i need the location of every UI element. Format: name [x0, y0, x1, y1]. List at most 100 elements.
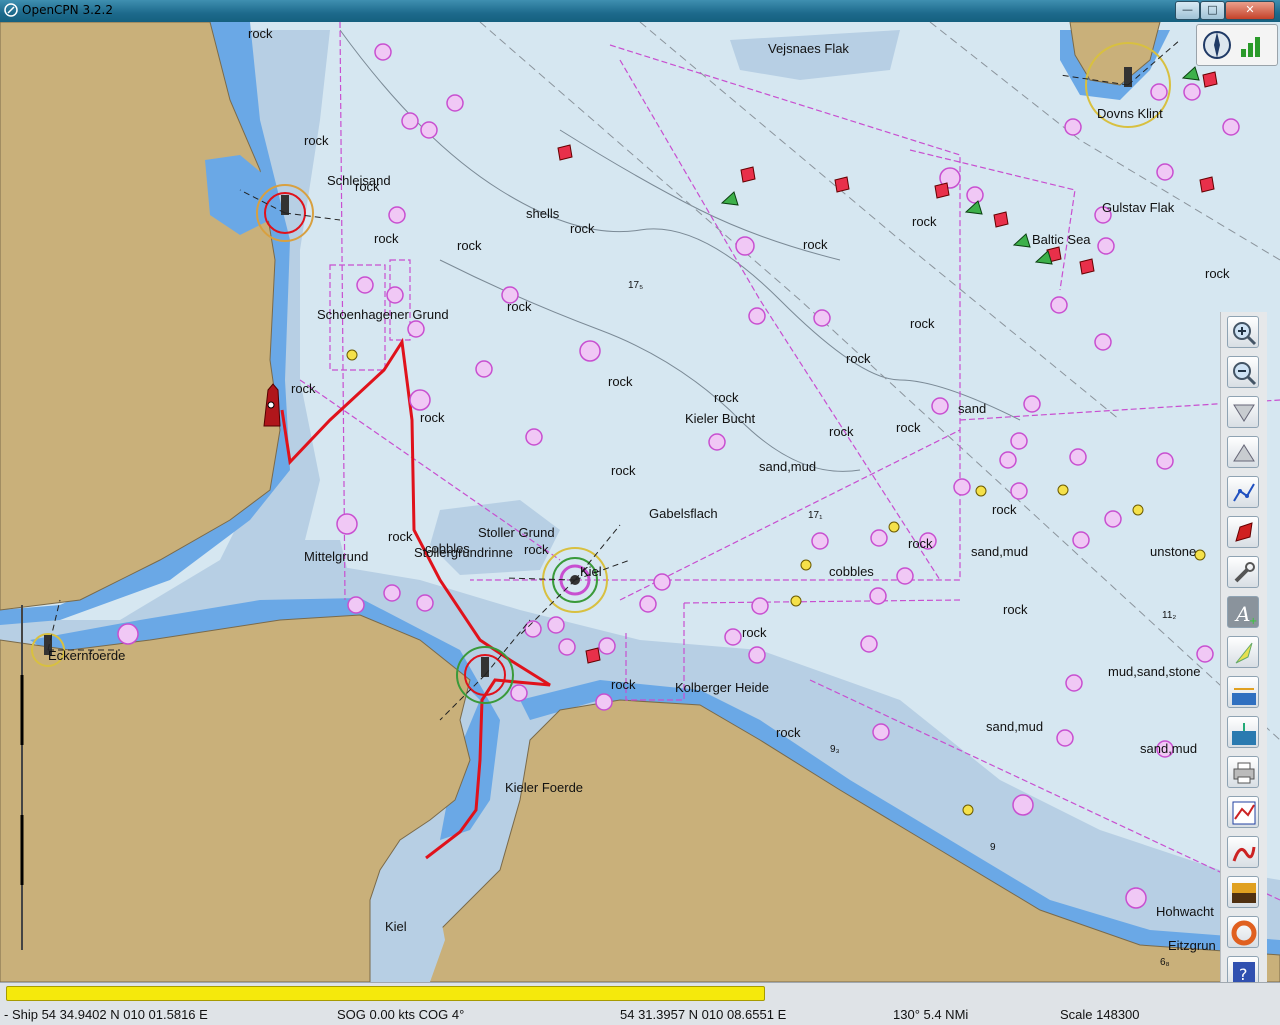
svg-text:rock: rock [803, 237, 828, 252]
svg-text:rock: rock [611, 463, 636, 478]
man-overboard-button[interactable] [1227, 916, 1259, 948]
colorscheme-icon [1232, 883, 1256, 903]
settings-wrench-icon [1234, 562, 1255, 583]
svg-text:rock: rock [912, 214, 937, 229]
svg-text:6₈: 6₈ [1160, 957, 1170, 968]
svg-text:rock: rock [776, 725, 801, 740]
svg-text:rock: rock [570, 221, 595, 236]
svg-text:+: + [1249, 616, 1257, 627]
zoom-in-button[interactable] [1227, 316, 1259, 348]
svg-text:rock: rock [714, 390, 739, 405]
svg-text:9₃: 9₃ [830, 744, 840, 755]
svg-text:rock: rock [896, 420, 921, 435]
svg-text:rock: rock [908, 536, 933, 551]
svg-text:rock: rock [992, 502, 1017, 517]
zoom-in-icon [1233, 322, 1257, 346]
bearing-distance: 130° 5.4 NMi [893, 1007, 969, 1022]
tide-graph-button[interactable] [1227, 716, 1259, 748]
compass-gps-widget[interactable] [1196, 24, 1278, 66]
svg-text:rock: rock [611, 677, 636, 692]
svg-text:Eitzgrun: Eitzgrun [1168, 938, 1216, 953]
svg-text:Kieler Bucht: Kieler Bucht [685, 411, 755, 426]
svg-text:rock: rock [910, 316, 935, 331]
route-button[interactable] [1227, 476, 1259, 508]
follow-ship-button[interactable] [1227, 516, 1259, 548]
svg-text:Kiel: Kiel [580, 564, 602, 579]
svg-text:shells: shells [526, 206, 560, 221]
settings-button[interactable] [1227, 556, 1259, 588]
svg-text:rock: rock [846, 351, 871, 366]
text-icon: A+ [1234, 602, 1257, 627]
svg-text:17₁: 17₁ [808, 510, 823, 521]
current-tide-icon [1235, 642, 1253, 664]
cursor-position: 54 31.3957 N 010 08.6551 E [620, 1007, 787, 1022]
svg-text:Kiel: Kiel [385, 919, 407, 934]
svg-text:Stoller Grund: Stoller Grund [478, 525, 555, 540]
svg-text:rock: rock [388, 529, 413, 544]
compass-icon [1203, 31, 1260, 59]
svg-text:unstone: unstone [1150, 544, 1196, 559]
chart-scale: Scale 148300 [1060, 1007, 1140, 1022]
svg-text:rock: rock [742, 625, 767, 640]
scale-out-button[interactable] [1227, 436, 1259, 468]
ship-follow-icon [1235, 522, 1253, 542]
svg-text:9: 9 [990, 842, 996, 853]
close-button[interactable]: ✕ [1225, 1, 1275, 20]
svg-text:Kolberger Heide: Kolberger Heide [675, 680, 769, 695]
scale-out-icon [1233, 444, 1255, 462]
svg-text:Mittelgrund: Mittelgrund [304, 549, 368, 564]
svg-text:A: A [1234, 602, 1250, 626]
track-icon [1232, 846, 1256, 862]
svg-text:cobbles: cobbles [829, 564, 874, 579]
svg-text:rock: rock [248, 26, 273, 41]
nautical-chart-canvas[interactable]: rock rock Schleisand rock rock rock shel… [0, 22, 1280, 982]
svg-text:sand,mud: sand,mud [986, 719, 1043, 734]
print-button[interactable] [1227, 756, 1259, 788]
scale-in-button[interactable] [1227, 396, 1259, 428]
progress-bar [6, 986, 765, 1001]
print-icon [1233, 762, 1255, 784]
tide-icon [1232, 688, 1256, 705]
zoom-out-button[interactable] [1227, 356, 1259, 388]
svg-text:rock: rock [420, 410, 445, 425]
minimize-button[interactable]: — [1175, 1, 1200, 20]
svg-text:Vejsnaes Flak: Vejsnaes Flak [768, 41, 849, 56]
svg-text:rock: rock [1003, 602, 1028, 617]
svg-text:Dovns Klint: Dovns Klint [1097, 106, 1163, 121]
svg-text:rock: rock [507, 299, 532, 314]
svg-text:Stollergrundrinne: Stollergrundrinne [414, 545, 513, 560]
current-button[interactable] [1227, 636, 1259, 668]
svg-text:rock: rock [829, 424, 854, 439]
app-icon [4, 3, 18, 17]
svg-text:sand,mud: sand,mud [971, 544, 1028, 559]
route-icon [1233, 483, 1255, 502]
svg-text:rock: rock [524, 542, 549, 557]
mob-icon [1231, 920, 1257, 946]
svg-text:rock: rock [355, 179, 380, 194]
chart-svg: rock rock Schleisand rock rock rock shel… [0, 22, 1280, 982]
svg-text:rock: rock [457, 238, 482, 253]
title-bar: OpenCPN 3.2.2 — □ ✕ [0, 0, 1280, 22]
svg-text:rock: rock [1205, 266, 1230, 281]
track-button[interactable] [1227, 836, 1259, 868]
ais-button[interactable] [1227, 796, 1259, 828]
tide-button[interactable] [1227, 676, 1259, 708]
svg-text:Eckernfoerde: Eckernfoerde [48, 648, 125, 663]
svg-text:sand,mud: sand,mud [1140, 741, 1197, 756]
scale-in-icon [1233, 404, 1255, 422]
text-toggle-button[interactable]: A + [1227, 596, 1259, 628]
tide-graph-icon [1232, 723, 1256, 745]
svg-text:sand,mud: sand,mud [759, 459, 816, 474]
svg-text:Schoenhagener Grund: Schoenhagener Grund [317, 307, 449, 322]
svg-text:rock: rock [374, 231, 399, 246]
svg-text:Kieler Foerde: Kieler Foerde [505, 780, 583, 795]
colorscheme-button[interactable] [1227, 876, 1259, 908]
svg-text:rock: rock [291, 381, 316, 396]
svg-text:rock: rock [608, 374, 633, 389]
svg-text:mud,sand,stone: mud,sand,stone [1108, 664, 1201, 679]
speed-course: SOG 0.00 kts COG 4° [337, 1007, 465, 1022]
maximize-button[interactable]: □ [1200, 1, 1225, 20]
svg-text:11₂: 11₂ [1162, 610, 1176, 621]
status-bar: - Ship 54 34.9402 N 010 01.5816 E SOG 0.… [0, 982, 1280, 1025]
svg-text:Hohwacht: Hohwacht [1156, 904, 1214, 919]
